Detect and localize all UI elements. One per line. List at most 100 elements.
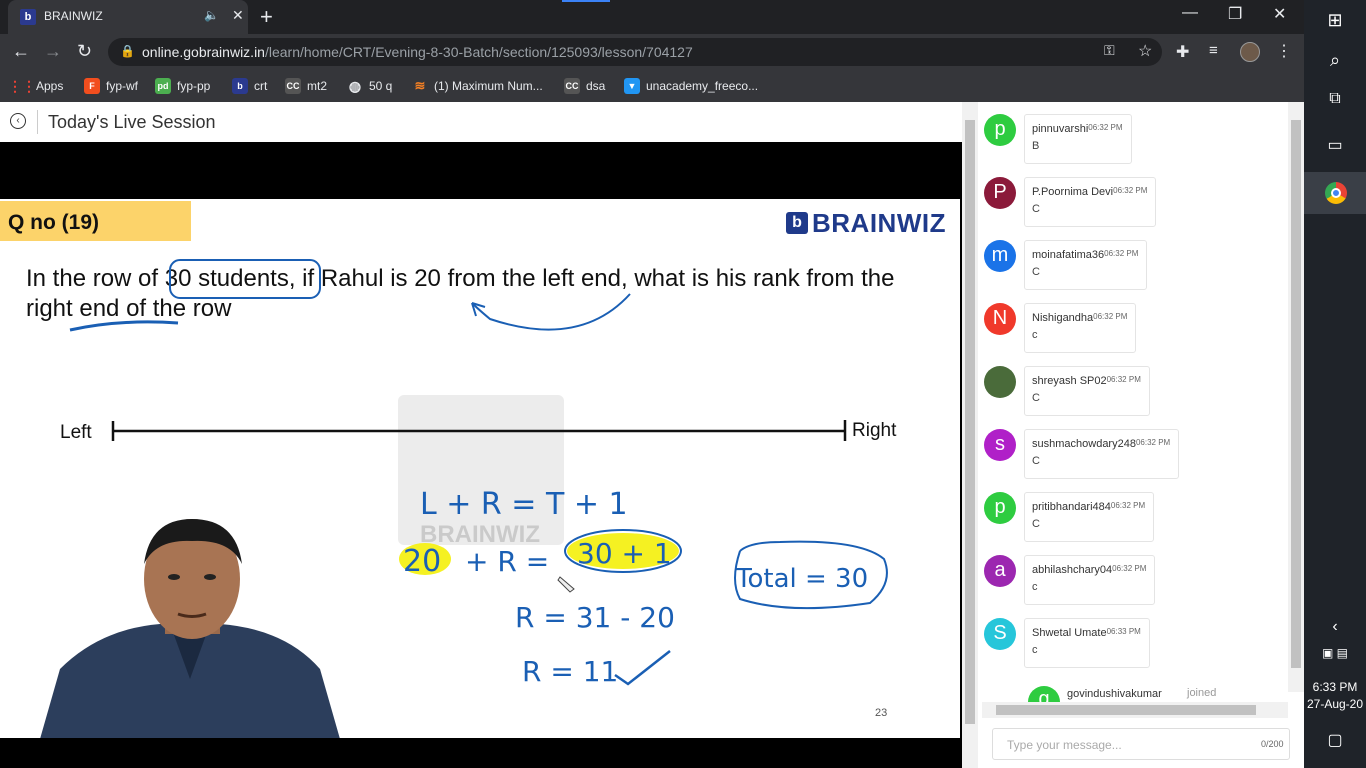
notification-icon[interactable]: ▢ [1304, 730, 1366, 750]
hw-line3: R = 31 - 20 [515, 601, 675, 634]
message-bubble: shreyash SP0206:32 PM C [1024, 366, 1150, 416]
pen-cursor-icon [557, 576, 575, 593]
bookmark-fyp-pp[interactable]: pd fyp-pp [155, 77, 210, 95]
cc-icon: CC [285, 78, 301, 94]
page-content: ‹ Today's Live Session Q no (19) b BRAIN… [0, 102, 1304, 768]
back-icon[interactable]: ‹ [10, 113, 26, 129]
chat-message: p pritibhandari48406:32 PM C [984, 492, 1284, 546]
bookmark-apps[interactable]: ⋮⋮ Apps [8, 77, 63, 95]
profile-avatar[interactable] [1240, 42, 1260, 62]
author-name: moinafatima36 [1032, 249, 1105, 261]
message-bubble: pinnuvarshi06:32 PM B [1024, 114, 1132, 164]
brainwiz-favicon-icon: b [20, 9, 36, 25]
browser-tab[interactable]: b BRAINWIZ 🔈 ✕ [8, 0, 248, 34]
char-count: 0/200 [1261, 739, 1284, 749]
tab-search-indicator [562, 0, 610, 2]
lock-icon[interactable]: 🔒 [120, 44, 135, 58]
divider [37, 110, 38, 134]
live-video-player[interactable]: Q no (19) b BRAINWIZ In the row of 30 st… [0, 142, 962, 768]
message-text: c [1032, 329, 1038, 341]
chrome-taskbar-item[interactable] [1304, 172, 1366, 214]
task-view-icon[interactable]: ⧉ [1304, 90, 1366, 108]
pd-icon: pd [155, 78, 171, 94]
chat-scrollbar[interactable] [1288, 102, 1304, 692]
bookmark-50q[interactable]: ◍ 50 q [347, 77, 392, 95]
chat-message-input[interactable]: Type your message... 0/200 [992, 728, 1290, 760]
stackoverflow-icon: ≋ [414, 78, 426, 93]
hw-line2-20: 20 [403, 544, 441, 579]
scroll-thumb[interactable] [996, 705, 1256, 715]
message-text: C [1032, 266, 1040, 278]
bookmark-crt[interactable]: b crt [232, 77, 267, 95]
author-name: sushmachowdary248 [1032, 438, 1136, 450]
terminal-icon[interactable]: ▭ [1304, 135, 1366, 155]
extensions-icon[interactable]: ✚ [1176, 42, 1189, 62]
avatar: N [984, 303, 1016, 335]
message-author: P.Poornima Devi06:32 PM [1032, 186, 1147, 198]
forward-arrow-icon[interactable]: → [44, 41, 62, 62]
new-tab-button[interactable]: + [260, 4, 273, 30]
cc-icon: CC [564, 78, 580, 94]
message-bubble: sushmachowdary24806:32 PM C [1024, 429, 1180, 479]
url-text[interactable]: online.gobrainwiz.in/learn/home/CRT/Even… [142, 44, 693, 60]
bookmark-dsa[interactable]: CC dsa [564, 77, 605, 95]
windows-start-icon[interactable]: ⊞ [1304, 10, 1366, 31]
globe-icon: ◍ [348, 77, 362, 94]
message-author: abhilashchary0406:32 PM [1032, 564, 1146, 576]
chevron-left-icon[interactable]: ‹ [1304, 618, 1366, 636]
media-control-icon[interactable]: ≡ [1209, 42, 1218, 59]
message-text: c [1032, 644, 1038, 656]
message-bubble: Shwetal Umate06:33 PM c [1024, 618, 1150, 668]
author-name: pritibhandari484 [1032, 501, 1111, 513]
avatar [984, 366, 1016, 398]
chat-message: P P.Poornima Devi06:32 PM C [984, 177, 1284, 231]
video-scrollbar[interactable] [962, 102, 978, 768]
chrome-menu-icon[interactable]: ⋮ [1276, 41, 1292, 61]
close-window-icon[interactable]: ✕ [1273, 4, 1286, 24]
search-icon[interactable]: ⌕ [1304, 50, 1366, 71]
message-text: C [1032, 518, 1040, 530]
mute-tab-icon[interactable]: 🔈 [204, 8, 219, 22]
message-text: c [1032, 581, 1038, 593]
message-author: shreyash SP0206:32 PM [1032, 375, 1141, 387]
author-name: P.Poornima Devi [1032, 186, 1114, 198]
back-arrow-icon[interactable]: ← [12, 41, 30, 62]
message-text: B [1032, 140, 1040, 152]
bookmark-unacademy[interactable]: ▼ unacademy_freeco... [624, 77, 758, 95]
key-icon[interactable]: ⚿ [1104, 42, 1115, 59]
bookmark-star-icon[interactable]: ☆ [1138, 41, 1152, 61]
restore-icon[interactable]: ❐ [1228, 4, 1242, 24]
lecture-slide: Q no (19) b BRAINWIZ In the row of 30 st… [0, 199, 960, 738]
message-bubble: abhilashchary0406:32 PM c [1024, 555, 1156, 605]
chat-message: shreyash SP0206:32 PM C [984, 366, 1284, 420]
minimize-icon[interactable]: — [1182, 4, 1198, 22]
chat-horizontal-scrollbar[interactable] [982, 702, 1288, 718]
author-name: Nishigandha [1032, 312, 1094, 324]
message-time: 06:32 PM [1106, 375, 1141, 384]
clock-date[interactable]: 27-Aug-20 [1304, 697, 1366, 711]
bookmark-maximum-num[interactable]: ≋ (1) Maximum Num... [412, 77, 543, 95]
address-bar[interactable]: 🔒 online.gobrainwiz.in/learn/home/CRT/Ev… [108, 38, 1162, 66]
author-name: Shwetal Umate [1032, 627, 1107, 639]
hw-line2-mid: + R = [465, 545, 549, 578]
hw-total: Total = 30 [735, 564, 868, 594]
message-time: 06:32 PM [1088, 123, 1123, 132]
joined-text: joined [1187, 687, 1217, 699]
scroll-thumb[interactable] [965, 120, 975, 724]
hw-line1: L + R = T + 1 [420, 487, 628, 522]
message-time: 06:32 PM [1093, 312, 1128, 321]
hw-line4: R = 11 [522, 655, 618, 688]
bookmark-fyp-wf[interactable]: Ffyp-wf [84, 77, 138, 95]
figma-icon: F [84, 78, 100, 94]
chat-message: s sushmachowdary24806:32 PM C [984, 429, 1284, 483]
b-icon: b [232, 78, 248, 94]
network-icon[interactable]: ▣ ▤ [1304, 646, 1366, 660]
message-bubble: P.Poornima Devi06:32 PM C [1024, 177, 1157, 227]
bookmark-mt2[interactable]: CC mt2 [285, 77, 327, 95]
clock-time[interactable]: 6:33 PM [1304, 680, 1366, 694]
scroll-thumb[interactable] [1291, 120, 1301, 668]
close-tab-icon[interactable]: ✕ [232, 7, 244, 24]
instructor-video [40, 519, 340, 738]
reload-icon[interactable]: ↻ [77, 41, 92, 62]
message-text: C [1032, 392, 1040, 404]
